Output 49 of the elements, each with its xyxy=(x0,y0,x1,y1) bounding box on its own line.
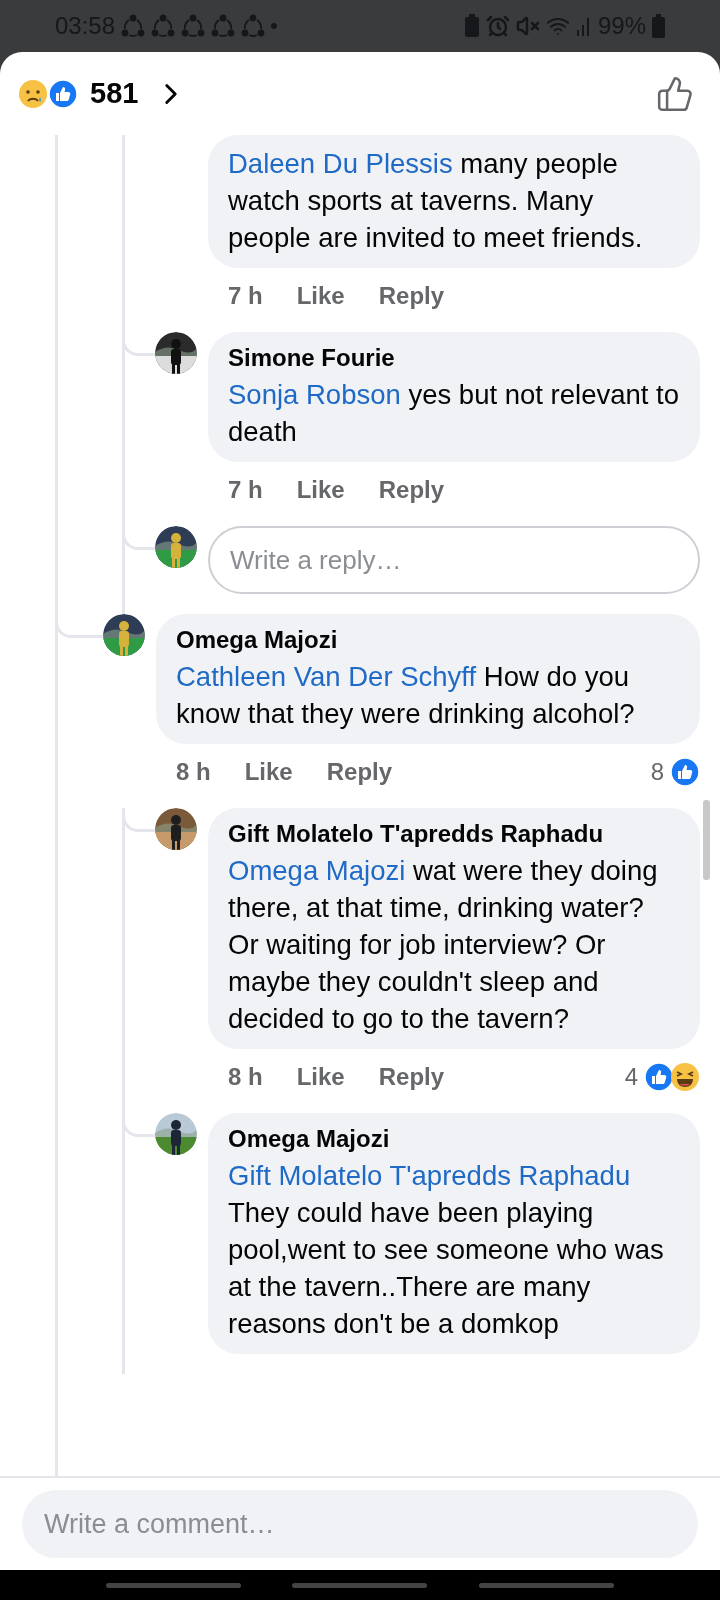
comment-text: Cathleen Van Der Schyff How do you know that they were drinking alcohol? xyxy=(176,660,636,731)
sync-icon xyxy=(151,14,176,38)
comment-time: 7 h xyxy=(228,282,263,310)
comment-text: Gift Molatelo T'apredds Raphadu They could have been playing pool,went to see someone who was at the tavern..There are many reasons don't be a domkop xyxy=(228,1159,665,1341)
reply-link[interactable]: Reply xyxy=(378,1063,445,1091)
reaction-count: 8 xyxy=(650,758,664,786)
mention-link[interactable]: Sonja Robson xyxy=(228,379,401,410)
scrollbar[interactable] xyxy=(703,800,710,880)
reaction-count: 4 xyxy=(624,1063,638,1091)
like-link[interactable]: Like xyxy=(296,476,345,504)
mention-link[interactable]: Daleen Du Plessis xyxy=(228,148,453,179)
mention-link[interactable]: Cathleen Van Der Schyff xyxy=(176,661,477,692)
sync-icon xyxy=(211,14,236,38)
reply-link[interactable]: Reply xyxy=(378,282,445,310)
laughing-reaction-icon xyxy=(670,1062,700,1092)
sync-icon xyxy=(181,14,206,38)
author-name[interactable]: Omega Majozi xyxy=(228,1125,680,1153)
sad-reaction-icon xyxy=(18,78,48,109)
comment-input[interactable]: Write a comment… xyxy=(22,1490,698,1558)
reply-input[interactable]: Write a reply… xyxy=(208,526,700,594)
battery-icon xyxy=(652,14,665,38)
comment-text: Omega Majozi wat were they doing there, at that time, drinking water? Or waiting for job interview? Or maybe they couldn't sleep and decided to go to the tavern? xyxy=(228,854,659,1036)
mute-icon xyxy=(515,14,540,38)
sync-icon xyxy=(121,14,146,38)
signal-icon xyxy=(575,15,592,37)
reaction-total[interactable]: 581 xyxy=(90,77,139,110)
like-reaction-icon xyxy=(48,78,78,109)
comment-text: Sonja Robson yes but not relevant to death xyxy=(228,378,680,449)
mention-link[interactable]: Gift Molatelo T'apredds Raphadu xyxy=(228,1160,631,1191)
comment-text: Daleen Du Plessis many people watch sports at taverns. Many people are invited to meet friends. xyxy=(228,147,644,255)
author-name[interactable]: Gift Molatelo T'apredds Raphadu xyxy=(228,820,680,848)
comment-time: 8 h xyxy=(228,1063,263,1091)
reply-link[interactable]: Reply xyxy=(378,476,445,504)
dot-icon xyxy=(271,23,278,29)
like-link[interactable]: Like xyxy=(296,1063,345,1091)
comment-time: 7 h xyxy=(228,476,263,504)
like-reaction-icon xyxy=(670,757,700,787)
comment-time: 8 h xyxy=(176,758,211,786)
author-name[interactable]: Simone Fourie xyxy=(228,344,680,372)
like-link[interactable]: Like xyxy=(244,758,293,786)
author-name[interactable]: Omega Majozi xyxy=(176,626,680,654)
like-link[interactable]: Like xyxy=(296,282,345,310)
reply-link[interactable]: Reply xyxy=(326,758,393,786)
sync-icon xyxy=(241,14,266,38)
like-button[interactable] xyxy=(656,74,694,113)
mention-link[interactable]: Omega Majozi xyxy=(228,855,406,886)
like-reaction-icon xyxy=(644,1062,674,1092)
alarm-icon xyxy=(485,14,510,38)
battery-saver-icon xyxy=(463,14,480,38)
